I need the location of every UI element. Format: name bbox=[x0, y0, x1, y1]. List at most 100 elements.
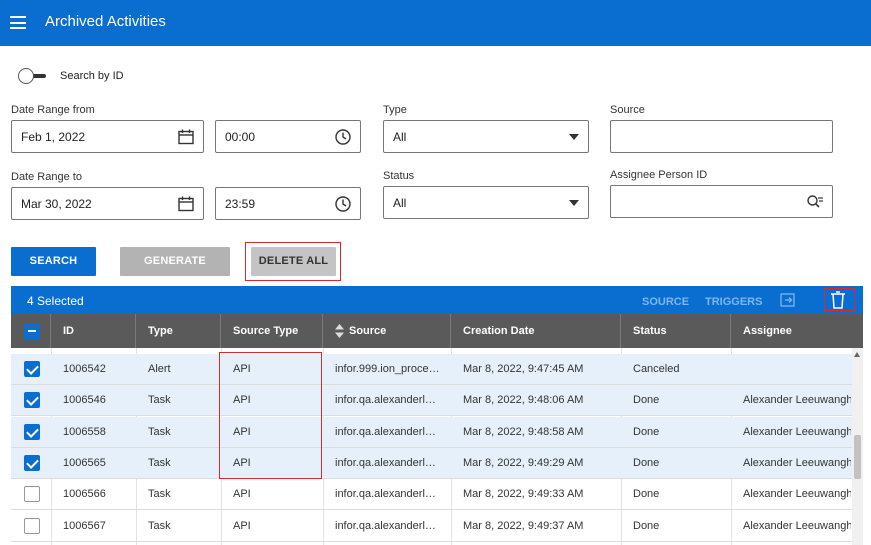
column-header-id[interactable]: ID bbox=[51, 314, 136, 348]
clock-icon[interactable] bbox=[334, 195, 352, 213]
type-label: Type bbox=[383, 104, 407, 116]
assignee-label: Assignee Person ID bbox=[610, 169, 708, 181]
cell-source-type: API bbox=[233, 520, 251, 532]
cell-creation-date: Mar 8, 2022, 9:48:58 AM bbox=[463, 426, 584, 438]
cell-assignee: Alexander Leeuwangh bbox=[743, 457, 851, 469]
grid-toolbar: 4 Selected SOURCE TRIGGERS bbox=[11, 286, 863, 314]
row-checkbox[interactable] bbox=[24, 424, 40, 440]
cell-status: Done bbox=[633, 488, 660, 500]
time-from-field[interactable]: 00:00 bbox=[215, 120, 361, 153]
export-icon[interactable] bbox=[779, 291, 797, 309]
cell-type: Task bbox=[148, 426, 171, 438]
assignee-input[interactable] bbox=[610, 185, 833, 218]
cell-id: 1006542 bbox=[63, 363, 106, 375]
source-input[interactable] bbox=[610, 120, 833, 153]
cell-creation-date: Mar 8, 2022, 9:47:45 AM bbox=[463, 363, 584, 375]
table-row[interactable]: 1006546 Task API infor.qa.alexanderl… Ma… bbox=[11, 385, 852, 416]
sort-icon[interactable] bbox=[335, 324, 344, 338]
column-header-assignee[interactable]: Assignee bbox=[731, 314, 863, 348]
search-button[interactable]: SEARCH bbox=[11, 247, 96, 276]
cell-creation-date: Mar 8, 2022, 9:48:06 AM bbox=[463, 394, 584, 406]
column-header-source-label: Source bbox=[349, 325, 387, 337]
column-header-type[interactable]: Type bbox=[136, 314, 221, 348]
source-label: Source bbox=[610, 104, 645, 116]
cell-id: 1006546 bbox=[63, 394, 106, 406]
search-by-id-toggle[interactable] bbox=[18, 68, 46, 84]
cell-status: Canceled bbox=[633, 363, 680, 375]
row-checkbox[interactable] bbox=[24, 392, 40, 408]
delete-all-button[interactable]: DELETE ALL bbox=[251, 247, 336, 276]
date-from-label: Date Range from bbox=[11, 104, 95, 116]
cell-type: Alert bbox=[148, 363, 171, 375]
date-to-value: Mar 30, 2022 bbox=[21, 197, 92, 211]
search-list-icon[interactable] bbox=[806, 193, 824, 211]
selected-count: 4 Selected bbox=[27, 294, 84, 308]
calendar-icon[interactable] bbox=[177, 195, 195, 213]
cell-source: infor.qa.alexanderl… bbox=[335, 457, 436, 469]
cell-status: Done bbox=[633, 394, 660, 406]
cell-id: 1006566 bbox=[63, 488, 106, 500]
row-checkbox[interactable] bbox=[24, 518, 40, 534]
scroll-thumb[interactable] bbox=[854, 435, 861, 479]
row-checkbox[interactable] bbox=[24, 455, 40, 471]
app-header: Archived Activities bbox=[0, 0, 871, 46]
table-row[interactable]: 1006566 Task API infor.qa.alexanderl… Ma… bbox=[11, 479, 852, 510]
table-scrollbar[interactable] bbox=[852, 348, 863, 545]
cell-source: infor.qa.alexanderl… bbox=[335, 488, 436, 500]
cell-assignee: Alexander Leeuwangh bbox=[743, 488, 851, 500]
status-label: Status bbox=[383, 170, 415, 182]
cell-creation-date: Mar 8, 2022, 9:49:33 AM bbox=[463, 488, 584, 500]
cell-source-type: API bbox=[233, 488, 251, 500]
triggers-action[interactable]: TRIGGERS bbox=[705, 296, 762, 308]
cell-creation-date: Mar 8, 2022, 9:49:37 AM bbox=[463, 520, 584, 532]
table-row[interactable]: 1006542 Alert API infor.999.ion_proce… M… bbox=[11, 354, 852, 385]
row-checkbox[interactable] bbox=[24, 486, 40, 502]
type-select[interactable]: All bbox=[383, 120, 589, 153]
hamburger-menu-icon[interactable] bbox=[10, 16, 26, 29]
cell-id: 1006567 bbox=[63, 520, 106, 532]
source-action[interactable]: SOURCE bbox=[642, 296, 689, 308]
cell-assignee: Alexander Leeuwangh bbox=[743, 426, 851, 438]
cell-source: infor.999.ion_proce… bbox=[335, 363, 440, 375]
column-header-creation-date[interactable]: Creation Date bbox=[451, 314, 621, 348]
date-from-value: Feb 1, 2022 bbox=[21, 130, 86, 144]
cell-id: 1006558 bbox=[63, 426, 106, 438]
time-to-field[interactable]: 23:59 bbox=[215, 187, 361, 220]
cell-source: infor.qa.alexanderl… bbox=[335, 426, 436, 438]
column-header-source[interactable]: Source bbox=[323, 314, 451, 348]
scroll-up-icon[interactable] bbox=[854, 352, 860, 357]
cell-status: Done bbox=[633, 426, 660, 438]
row-checkbox[interactable] bbox=[24, 361, 40, 377]
select-all-checkbox[interactable] bbox=[24, 323, 40, 339]
cell-assignee: Alexander Leeuwangh bbox=[743, 520, 851, 532]
table-row[interactable]: 1006558 Task API infor.qa.alexanderl… Ma… bbox=[11, 417, 852, 448]
status-select[interactable]: All bbox=[383, 186, 589, 219]
chevron-down-icon bbox=[569, 200, 579, 206]
cell-type: Task bbox=[148, 394, 171, 406]
select-all-header bbox=[11, 314, 51, 348]
cell-status: Done bbox=[633, 520, 660, 532]
date-from-field[interactable]: Feb 1, 2022 bbox=[11, 120, 204, 153]
cell-status: Done bbox=[633, 457, 660, 469]
chevron-down-icon bbox=[569, 134, 579, 140]
column-header-source-type[interactable]: Source Type bbox=[221, 314, 323, 348]
column-header-status[interactable]: Status bbox=[621, 314, 731, 348]
cell-type: Task bbox=[148, 457, 171, 469]
page-title: Archived Activities bbox=[45, 13, 166, 30]
delete-icon-highlight bbox=[824, 288, 855, 311]
table-row[interactable]: 1006565 Task API infor.qa.alexanderl… Ma… bbox=[11, 448, 852, 479]
clock-icon[interactable] bbox=[334, 128, 352, 146]
type-value: All bbox=[393, 130, 407, 144]
status-value: All bbox=[393, 196, 407, 210]
date-to-field[interactable]: Mar 30, 2022 bbox=[11, 187, 204, 220]
time-from-value: 00:00 bbox=[225, 130, 256, 144]
cell-id: 1006565 bbox=[63, 457, 106, 469]
search-by-id-label: Search by ID bbox=[60, 70, 124, 82]
cell-source: infor.qa.alexanderl… bbox=[335, 394, 436, 406]
cell-type: Task bbox=[148, 520, 171, 532]
time-to-value: 23:59 bbox=[225, 197, 256, 211]
calendar-icon[interactable] bbox=[177, 128, 195, 146]
generate-report-button[interactable]: GENERATE REPORT bbox=[120, 247, 230, 296]
cell-type: Task bbox=[148, 488, 171, 500]
table-row[interactable]: 1006567 Task API infor.qa.alexanderl… Ma… bbox=[11, 511, 852, 542]
